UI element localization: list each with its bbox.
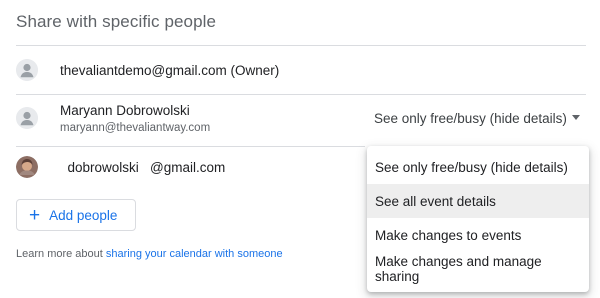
- permission-select-value: See only free/busy (hide details): [374, 110, 567, 126]
- user-photo-avatar: [16, 156, 38, 178]
- dropdown-option-all-details[interactable]: See all event details: [367, 184, 589, 218]
- dropdown-caret-icon: [572, 115, 580, 120]
- person-icon: [16, 107, 38, 129]
- person-icon: [16, 59, 38, 81]
- learn-more-text: Learn more about sharing your calendar w…: [16, 248, 283, 260]
- section-title: Share with specific people: [16, 12, 217, 31]
- dropdown-option-make-changes[interactable]: Make changes to events: [367, 218, 589, 252]
- person-name-maryann: Maryann Dobrowolski: [60, 103, 190, 118]
- learn-more-prefix: Learn more about: [16, 248, 106, 260]
- dropdown-option-free-busy[interactable]: See only free/busy (hide details): [367, 150, 589, 184]
- share-with-people-panel: Share with specific people thevaliantdem…: [0, 0, 600, 298]
- divider: [16, 45, 586, 46]
- add-people-label: Add people: [49, 207, 118, 223]
- dropdown-option-manage-sharing[interactable]: Make changes and manage sharing: [367, 252, 589, 286]
- permission-select[interactable]: See only free/busy (hide details): [368, 104, 586, 132]
- add-people-button[interactable]: + Add people: [16, 199, 136, 231]
- divider: [16, 146, 365, 147]
- permission-dropdown-menu: See only free/busy (hide details) See al…: [367, 146, 589, 292]
- person-name-owner: thevaliantdemo@gmail.com (Owner): [60, 63, 280, 78]
- person-email-maryann: maryann@thevaliantway.com: [60, 122, 211, 134]
- person-name-dobrowolski: dobrowolski @gmail.com: [60, 160, 226, 175]
- sharing-help-link[interactable]: sharing your calendar with someone: [106, 248, 283, 260]
- plus-icon: +: [29, 204, 41, 226]
- divider: [16, 94, 586, 95]
